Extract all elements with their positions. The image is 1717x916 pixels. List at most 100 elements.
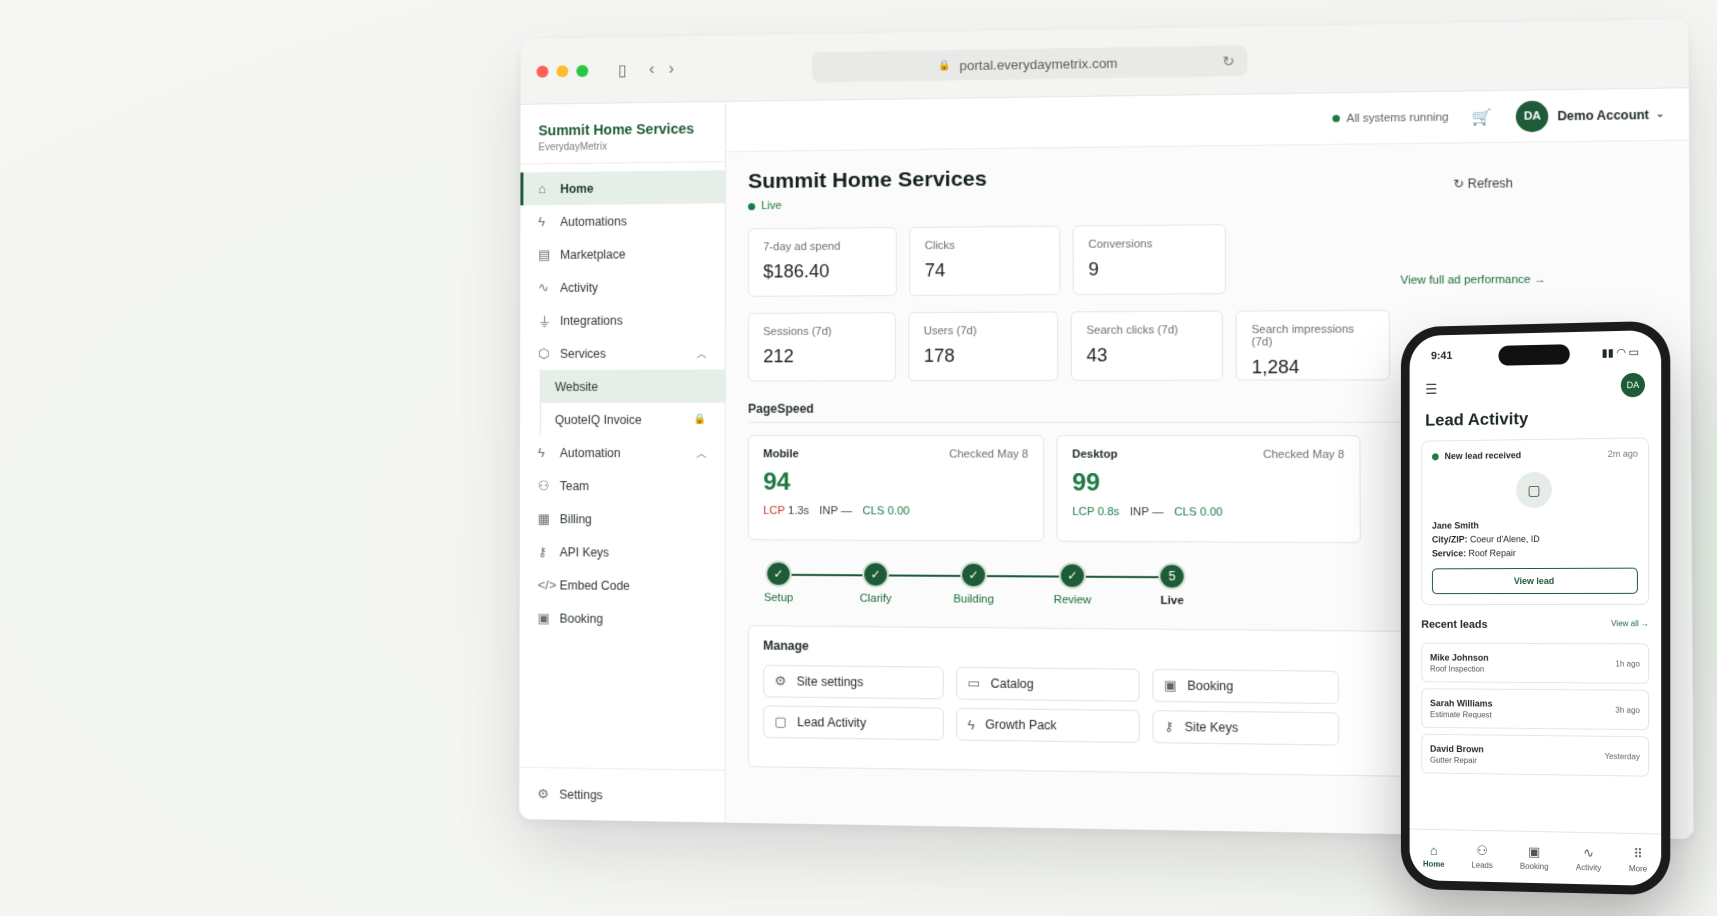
metric-label: Search clicks (7d) xyxy=(1086,324,1207,337)
chevron-up-icon[interactable]: ︿ xyxy=(696,445,706,460)
sidebar-item-services[interactable]: ⬡ Services ︿ xyxy=(520,336,725,370)
list-item[interactable]: David Brown Gutter Repair Yesterday xyxy=(1421,734,1649,777)
recent-leads-header: Recent leads View all → xyxy=(1410,605,1662,637)
home-icon: ⌂ xyxy=(538,181,560,196)
reload-icon[interactable]: ↻ xyxy=(1222,52,1234,70)
plug-icon: ⏚ xyxy=(538,311,560,330)
lock-icon: 🔒 xyxy=(694,414,707,425)
tab-activity[interactable]: ∿ Activity xyxy=(1576,845,1601,873)
sidebar-item-label: Booking xyxy=(560,611,603,625)
avatar[interactable]: DA xyxy=(1621,373,1645,398)
lead-name: David Brown xyxy=(1430,743,1484,754)
lcp-metric: LCP 0.8s xyxy=(1072,506,1119,518)
sidebar-item-integrations[interactable]: ⏚ Integrations xyxy=(520,303,725,337)
chevron-up-icon[interactable]: ︿ xyxy=(696,345,706,360)
tab-leads[interactable]: ⚇ Leads xyxy=(1471,843,1492,870)
phone-time: 9:41 xyxy=(1431,350,1452,363)
view-lead-button[interactable]: View lead xyxy=(1432,568,1638,594)
bolt-icon: ϟ xyxy=(538,445,560,460)
sidebar-item-embed-code[interactable]: </> Embed Code xyxy=(520,568,725,603)
list-item[interactable]: Mike Johnson Roof Inspection 1h ago xyxy=(1421,643,1649,684)
sidebar-item-activity[interactable]: ∿ Activity xyxy=(520,270,725,304)
maximize-window-button[interactable] xyxy=(576,64,588,76)
status-dot xyxy=(1432,453,1439,460)
sidebar-item-label: Home xyxy=(560,181,593,195)
sidebar-toggle-icon[interactable]: ▯ xyxy=(618,60,627,80)
address-bar[interactable]: 🔒 portal.everydaymetrix.com ↻ xyxy=(812,45,1247,82)
cart-icon[interactable]: 🛒 xyxy=(1472,107,1492,126)
button-label: Lead Activity xyxy=(797,715,866,730)
live-text: Live xyxy=(761,200,781,212)
activity-icon: ∿ xyxy=(538,279,560,295)
account-menu[interactable]: DA Demo Account ⌄ xyxy=(1516,99,1665,132)
sidebar-item-label: Automations xyxy=(560,214,627,229)
list-item[interactable]: Sarah Williams Estimate Request 3h ago xyxy=(1421,688,1649,730)
sidebar: Summit Home Services EverydayMetrix ⌂ Ho… xyxy=(519,102,726,823)
brand-title: Summit Home Services xyxy=(538,120,706,138)
lock-icon: 🔒 xyxy=(938,60,951,71)
close-window-button[interactable] xyxy=(537,65,549,77)
site-settings-button[interactable]: ⚙ Site settings xyxy=(763,665,944,700)
site-keys-button[interactable]: ⚷ Site Keys xyxy=(1152,710,1339,746)
lead-activity-button[interactable]: ▢ Lead Activity xyxy=(763,705,944,740)
chevron-down-icon: ⌄ xyxy=(1656,108,1665,120)
brand-subtitle: EverydayMetrix xyxy=(538,140,706,153)
view-ad-performance-link[interactable]: View full ad performance → xyxy=(1400,274,1546,287)
page-header: Summit Home Services Live ↻ Refresh xyxy=(748,160,1665,213)
refresh-button[interactable]: ↻ Refresh xyxy=(1453,176,1513,191)
metric-label: 7-day ad spend xyxy=(763,240,881,253)
users-icon: ⚇ xyxy=(538,478,560,494)
forward-icon[interactable]: › xyxy=(669,60,674,78)
step-review: ✓ Review xyxy=(1041,562,1104,607)
page-title: Summit Home Services xyxy=(748,167,987,194)
booking-button[interactable]: ▣ Booking xyxy=(1152,669,1339,704)
sidebar-item-marketplace[interactable]: ▤ Marketplace xyxy=(520,237,724,272)
brand: Summit Home Services EverydayMetrix xyxy=(520,102,724,165)
box-icon: ⬡ xyxy=(538,345,560,361)
back-icon[interactable]: ‹ xyxy=(649,60,654,78)
sidebar-item-automations[interactable]: ϟ Automations xyxy=(520,203,724,238)
tab-home[interactable]: ⌂ Home xyxy=(1423,842,1445,868)
view-all-link[interactable]: View all → xyxy=(1611,619,1649,631)
sidebar-item-quoteiq-invoice[interactable]: QuoteIQ Invoice 🔒 xyxy=(541,403,725,436)
sidebar-item-billing[interactable]: ▦ Billing xyxy=(520,502,725,536)
status-text: All systems running xyxy=(1347,111,1449,125)
button-label: Site Keys xyxy=(1185,720,1239,735)
growth-pack-button[interactable]: ϟ Growth Pack xyxy=(956,708,1140,743)
step-label: Setup xyxy=(748,592,809,605)
catalog-icon: ▭ xyxy=(968,675,981,692)
refresh-label: Refresh xyxy=(1468,176,1513,191)
minimize-window-button[interactable] xyxy=(556,65,568,77)
pagespeed-score: 94 xyxy=(763,468,1028,497)
sidebar-item-settings[interactable]: ⚙ Settings xyxy=(519,767,724,823)
tab-label: Home xyxy=(1423,859,1445,868)
receipt-icon: ▦ xyxy=(538,511,560,527)
sidebar-item-label: QuoteIQ Invoice xyxy=(555,412,642,426)
services-submenu: Website QuoteIQ Invoice 🔒 xyxy=(540,370,725,437)
lead-city: City/ZIP: Coeur d'Alene, ID xyxy=(1432,533,1638,544)
tab-booking[interactable]: ▣ Booking xyxy=(1520,844,1549,872)
tab-label: More xyxy=(1629,864,1647,873)
metric-card-ad-spend: 7-day ad spend $186.40 xyxy=(748,227,897,297)
menu-icon[interactable]: ☰ xyxy=(1425,380,1437,397)
pagespeed-score: 99 xyxy=(1072,469,1344,499)
sidebar-item-booking[interactable]: ▣ Booking xyxy=(520,601,725,636)
catalog-button[interactable]: ▭ Catalog xyxy=(956,667,1140,702)
sidebar-item-website[interactable]: Website xyxy=(541,370,725,403)
sidebar-item-api-keys[interactable]: ⚷ API Keys xyxy=(520,535,725,569)
pagespeed-device: Desktop xyxy=(1072,448,1117,460)
tab-more[interactable]: ⠿ More xyxy=(1629,846,1647,874)
phone-screen: 9:41 ▮▮ ◠ ▭ ☰ DA Lead Activity New lead … xyxy=(1410,330,1662,886)
lead-service: Gutter Repair xyxy=(1430,755,1484,765)
sidebar-item-home[interactable]: ⌂ Home xyxy=(520,170,724,205)
calendar-icon: ▣ xyxy=(538,610,560,626)
metric-label: Search impressions (7d) xyxy=(1251,323,1373,348)
button-label: Booking xyxy=(1187,679,1233,694)
sidebar-item-automation[interactable]: ϟ Automation ︿ xyxy=(520,436,725,469)
step-label: Building xyxy=(943,593,1005,606)
metrics-row-ads: 7-day ad spend $186.40 Clicks 74 Convers… xyxy=(748,220,1666,296)
metric-value: 43 xyxy=(1086,345,1207,367)
calendar-icon: ▣ xyxy=(1164,677,1177,694)
live-badge: Live xyxy=(748,198,987,212)
sidebar-item-team[interactable]: ⚇ Team xyxy=(520,469,725,503)
